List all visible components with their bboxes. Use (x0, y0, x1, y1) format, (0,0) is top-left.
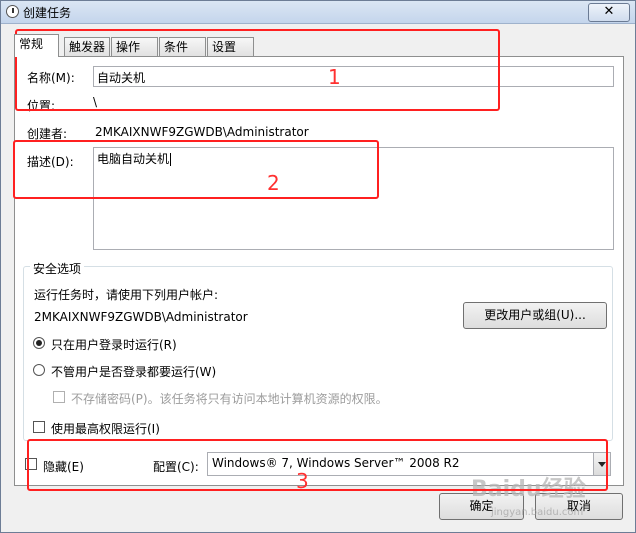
name-label: 名称(M): (27, 71, 75, 85)
highest-privileges-checkbox[interactable] (33, 421, 45, 433)
highest-privileges-label[interactable]: 使用最高权限运行(I) (51, 420, 160, 437)
run-as-user: 2MKAIXNWF9ZGWDB\Administrator (34, 310, 248, 324)
configure-for-value: Windows® 7, Windows Server™ 2008 R2 (212, 456, 460, 470)
location-label: 位置: (27, 99, 56, 113)
description-label: 描述(D): (27, 155, 74, 169)
baidu-watermark-url: jingyan.baidu.com (491, 507, 584, 518)
hidden-label[interactable]: 隐藏(E) (43, 458, 84, 475)
radio-run-whether-logged-on[interactable] (33, 364, 45, 376)
baidu-watermark: Baidu经验 (471, 477, 586, 502)
radio-run-logged-on-label[interactable]: 只在用户登录时运行(R) (51, 336, 177, 353)
security-options-title: 安全选项 (30, 260, 85, 277)
radio-run-whether-logged-on-label[interactable]: 不管用户是否登录都要运行(W) (51, 363, 216, 380)
close-button[interactable]: ✕ (588, 3, 630, 22)
title-bar[interactable]: 创建任务 ✕ (1, 1, 635, 24)
clock-icon (6, 5, 19, 18)
tab-actions[interactable]: 操作 (111, 37, 158, 56)
radio-run-logged-on[interactable] (33, 337, 45, 349)
no-store-password-label: 不存储密码(P)。该任务将只有访问本地计算机资源的权限。 (71, 392, 388, 406)
tab-settings[interactable]: 设置 (207, 37, 254, 56)
create-task-dialog: 创建任务 ✕ 常规 触发器 操作 条件 设置 名称(M): 自动关机 位置: \… (0, 0, 636, 533)
annotation-number-2: 2 (267, 171, 280, 195)
run-as-label: 运行任务时，请使用下列用户帐户: (34, 288, 219, 302)
window-title: 创建任务 (23, 6, 72, 20)
description-value: 电脑自动关机 (97, 152, 170, 166)
chevron-down-icon[interactable] (593, 453, 610, 475)
hidden-checkbox[interactable] (25, 458, 37, 470)
change-user-button[interactable]: 更改用户或组(U)... (463, 302, 607, 329)
description-textarea[interactable]: 电脑自动关机 (93, 147, 614, 250)
no-store-password-checkbox[interactable] (53, 391, 65, 403)
name-input[interactable]: 自动关机 (93, 66, 614, 87)
tab-conditions[interactable]: 条件 (159, 37, 206, 56)
annotation-number-1: 1 (328, 65, 341, 89)
tab-general[interactable]: 常规 (14, 34, 59, 57)
author-label: 创建者: (27, 127, 68, 141)
annotation-number-3: 3 (296, 469, 309, 493)
text-caret (170, 153, 172, 166)
location-value: \ (93, 95, 98, 109)
name-input-value: 自动关机 (97, 71, 146, 85)
configure-for-label: 配置(C): (153, 460, 199, 474)
tab-triggers[interactable]: 触发器 (64, 37, 110, 56)
author-value: 2MKAIXNWF9ZGWDB\Administrator (95, 125, 309, 139)
